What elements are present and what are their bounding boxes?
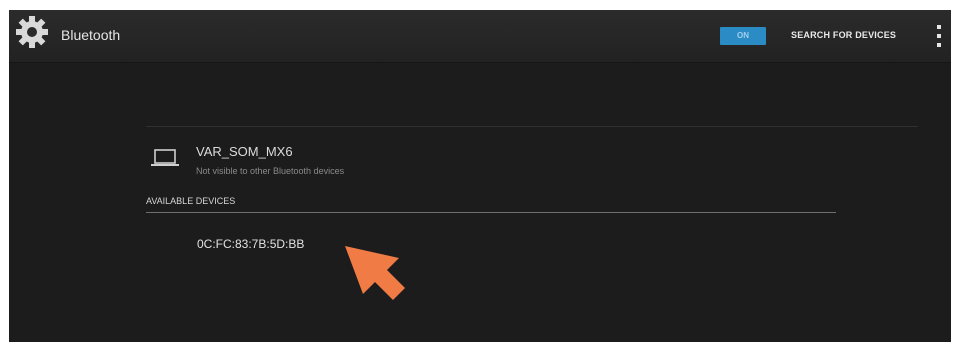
pointer-arrow-icon (345, 246, 405, 300)
menu-dot (937, 43, 941, 47)
settings-gear-icon[interactable] (15, 15, 49, 49)
action-bar: Bluetooth ON SEARCH FOR DEVICES (9, 10, 951, 63)
bluetooth-settings-screen: Bluetooth ON SEARCH FOR DEVICES VAR_SOM_… (9, 10, 951, 342)
search-for-devices-button[interactable]: SEARCH FOR DEVICES (791, 30, 896, 40)
local-device-name: VAR_SOM_MX6 (196, 144, 293, 159)
overflow-menu-icon[interactable] (934, 23, 944, 49)
section-divider (146, 212, 836, 213)
menu-dot (937, 25, 941, 29)
available-devices-header: AVAILABLE DEVICES (146, 196, 236, 206)
menu-dot (937, 34, 941, 38)
page-title: Bluetooth (61, 27, 121, 43)
toggle-label: ON (737, 31, 749, 40)
local-device-status: Not visible to other Bluetooth devices (196, 166, 345, 176)
available-device-item[interactable]: 0C:FC:83:7B:5D:BB (146, 222, 836, 266)
divider (146, 126, 918, 127)
bluetooth-toggle[interactable]: ON (720, 27, 766, 45)
device-address: 0C:FC:83:7B:5D:BB (197, 237, 305, 251)
laptop-icon (151, 149, 179, 166)
local-device-row[interactable]: VAR_SOM_MX6 Not visible to other Bluetoo… (144, 134, 584, 182)
